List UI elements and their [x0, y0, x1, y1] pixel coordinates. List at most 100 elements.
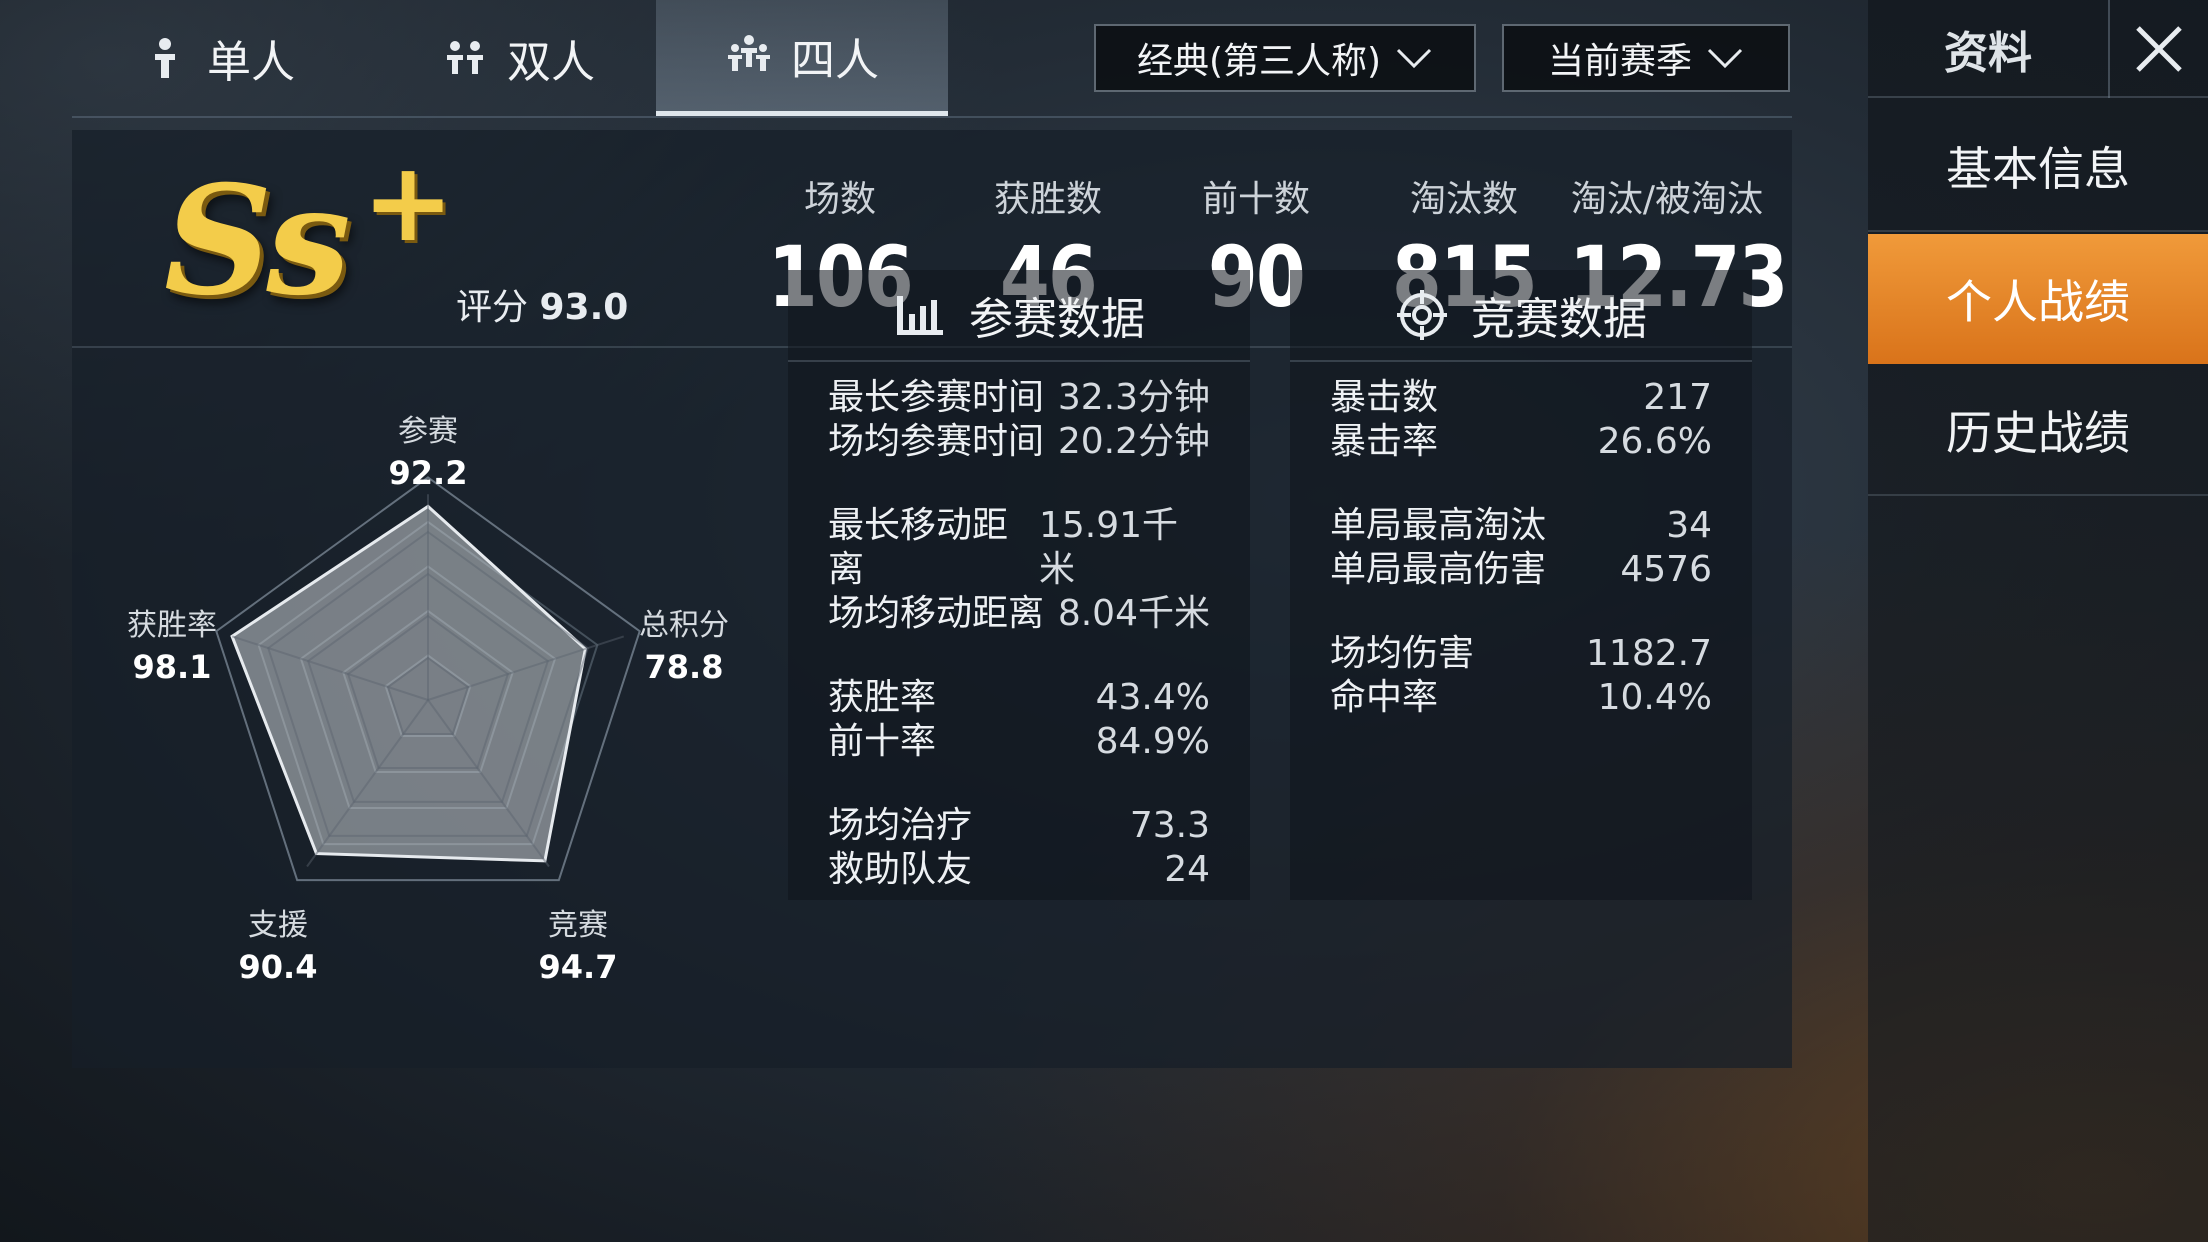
stat-row-label: 前十率	[828, 721, 937, 762]
sidebar-item-label: 个人战绩	[1946, 275, 2130, 329]
stat-row-label: 场均参赛时间	[828, 421, 1045, 462]
stat-row-value: 84.9%	[1095, 721, 1210, 762]
sidebar-item-label: 基本信息	[1946, 142, 2130, 196]
sidebar-item-history[interactable]: 历史战绩	[1868, 366, 2208, 496]
participation-data-box: 参赛数据 最长参赛时间 32.3分钟 场均参赛时间 20.2分钟最长移动距离 15.91…	[788, 270, 1250, 900]
stat-row: 最长参赛时间 32.3分钟	[828, 376, 1210, 420]
stat-row: 场均治疗 73.3	[828, 804, 1210, 848]
stat-row: 场均伤害 1182.7	[1330, 632, 1712, 676]
sidebar-item-personal-record[interactable]: 个人战绩	[1868, 234, 2208, 364]
stat-row-label: 命中率	[1330, 677, 1439, 718]
stat-row-value: 34	[1666, 505, 1712, 546]
stat-row-value: 43.4%	[1095, 677, 1210, 718]
tab-single[interactable]: 单人	[72, 0, 364, 116]
stat-row: 单局最高伤害 4576	[1330, 548, 1712, 592]
radar-axis-value: 98.1	[132, 648, 212, 686]
radar-axis-value: 94.7	[538, 948, 618, 986]
stat-group: 最长移动距离 15.91千米 场均移动距离 8.04千米	[828, 504, 1210, 636]
radar-axis-value: 90.4	[238, 948, 318, 986]
stat-row-label: 场均治疗	[828, 805, 973, 846]
stat-group: 单局最高淘汰 34 单局最高伤害 4576	[1330, 504, 1712, 592]
close-button[interactable]	[2108, 0, 2208, 98]
stat-row-value: 32.3分钟	[1057, 377, 1210, 418]
duo-players-icon	[447, 41, 483, 74]
stat-row-label: 单局最高伤害	[1330, 549, 1547, 590]
stat-row-value: 73.3	[1129, 805, 1210, 846]
chevron-down-icon	[1396, 48, 1432, 69]
stat-row-value: 10.4%	[1597, 677, 1712, 718]
radar-axis-value: 92.2	[388, 454, 468, 492]
close-icon	[2136, 26, 2182, 72]
squad-players-icon	[728, 34, 770, 71]
sidebar: 资料 基本信息 个人战绩 历史战绩	[1868, 0, 2208, 1242]
stat-label: 前十数	[1201, 179, 1310, 220]
stat-label: 淘汰/被淘汰	[1570, 179, 1764, 220]
stat-row: 暴击率 26.6%	[1330, 420, 1712, 464]
bar-chart-icon	[897, 296, 943, 335]
stat-row: 获胜率 43.4%	[828, 676, 1210, 720]
stat-row: 场均移动距离 8.04千米	[828, 592, 1210, 636]
stat-row-value: 8.04千米	[1057, 593, 1210, 634]
stat-group: 场均治疗 73.3 救助队友 24	[828, 804, 1210, 892]
stat-row: 最长移动距离 15.91千米	[828, 504, 1210, 592]
stat-label: 获胜数	[993, 179, 1102, 220]
stat-row: 命中率 10.4%	[1330, 676, 1712, 720]
radar-axis-label: 参赛	[398, 414, 458, 449]
stat-row-value: 24	[1164, 849, 1210, 890]
stat-row-label: 场均伤害	[1330, 633, 1475, 674]
radar-axis-label: 获胜率	[127, 608, 217, 643]
tab-label: 双人	[507, 37, 595, 88]
radar-label-support: 支援 90.4	[208, 900, 348, 986]
competition-rows: 暴击数 217 暴击率 26.6% 单局最高淘汰 34 单局最高伤害 4576 场均伤害 1182…	[1330, 376, 1712, 760]
stat-row-value: 15.91千米	[1039, 505, 1179, 590]
radar-axis-value: 78.8	[644, 648, 724, 686]
stat-row-label: 场均移动距离	[828, 593, 1045, 634]
stat-row: 场均参赛时间 20.2分钟	[828, 420, 1210, 464]
stat-row: 暴击数 217	[1330, 376, 1712, 420]
stat-group: 暴击数 217 暴击率 26.6%	[1330, 376, 1712, 464]
stat-row-label: 最长移动距离	[828, 505, 1009, 590]
stat-row-label: 暴击数	[1330, 377, 1439, 418]
stat-label: 场数	[803, 179, 876, 220]
radar-axis-label: 总积分	[639, 608, 729, 643]
radar-label-competition: 竞赛 94.7	[508, 900, 648, 986]
chevron-down-icon	[1707, 48, 1743, 69]
participation-header: 参赛数据	[788, 270, 1250, 362]
stat-group: 场均伤害 1182.7 命中率 10.4%	[1330, 632, 1712, 720]
season-dropdown[interactable]: 当前赛季	[1502, 24, 1790, 92]
season-dropdown-value: 当前赛季	[1547, 41, 1692, 82]
sidebar-item-label: 历史战绩	[1946, 406, 2130, 460]
stat-row-label: 暴击率	[1330, 421, 1439, 462]
stat-group: 最长参赛时间 32.3分钟 场均参赛时间 20.2分钟	[828, 376, 1210, 464]
sidebar-item-basic-info[interactable]: 基本信息	[1868, 102, 2208, 232]
tab-label: 单人	[207, 37, 295, 88]
stat-row-label: 单局最高淘汰	[1330, 505, 1547, 546]
stat-row-value: 1182.7	[1586, 633, 1712, 674]
stat-row-value: 26.6%	[1597, 421, 1712, 462]
stat-row: 单局最高淘汰 34	[1330, 504, 1712, 548]
stat-row-value: 20.2分钟	[1057, 421, 1210, 462]
single-player-icon	[155, 38, 175, 78]
radar-chart: 参赛 92.2 总积分 78.8 竞赛 94.7 支援 90.4 获胜率 98.…	[110, 270, 729, 986]
tab-duo[interactable]: 双人	[372, 0, 664, 116]
stat-row: 前十率 84.9%	[828, 720, 1210, 764]
radar-label-total-score: 总积分 78.8	[614, 600, 754, 686]
radar-axis-label: 竞赛	[548, 908, 608, 943]
participation-rows: 最长参赛时间 32.3分钟 场均参赛时间 20.2分钟最长移动距离 15.91千米 场均移…	[828, 376, 1210, 932]
stat-group: 获胜率 43.4% 前十率 84.9%	[828, 676, 1210, 764]
stat-row-label: 救助队友	[828, 849, 973, 890]
stat-label: 淘汰数	[1409, 179, 1518, 220]
sidebar-header: 资料	[1868, 0, 2208, 98]
stat-row-value: 4576	[1620, 549, 1712, 590]
competition-data-box: 竞赛数据 暴击数 217 暴击率 26.6% 单局最高淘汰 34 单局最高伤害 4576 场均伤…	[1290, 270, 1752, 900]
crosshair-icon	[1397, 290, 1447, 340]
rank-plus: +	[362, 138, 455, 266]
radar-label-win-rate: 获胜率 98.1	[102, 600, 242, 686]
participation-title: 参赛数据	[969, 294, 1145, 345]
radar-axis-label: 支援	[248, 908, 308, 943]
mode-dropdown[interactable]: 经典(第三人称)	[1094, 24, 1476, 92]
stat-row-value: 217	[1643, 377, 1712, 418]
tab-label: 四人	[791, 34, 879, 86]
stat-row: 救助队友 24	[828, 848, 1210, 892]
tab-squad[interactable]: 四人	[656, 0, 948, 116]
